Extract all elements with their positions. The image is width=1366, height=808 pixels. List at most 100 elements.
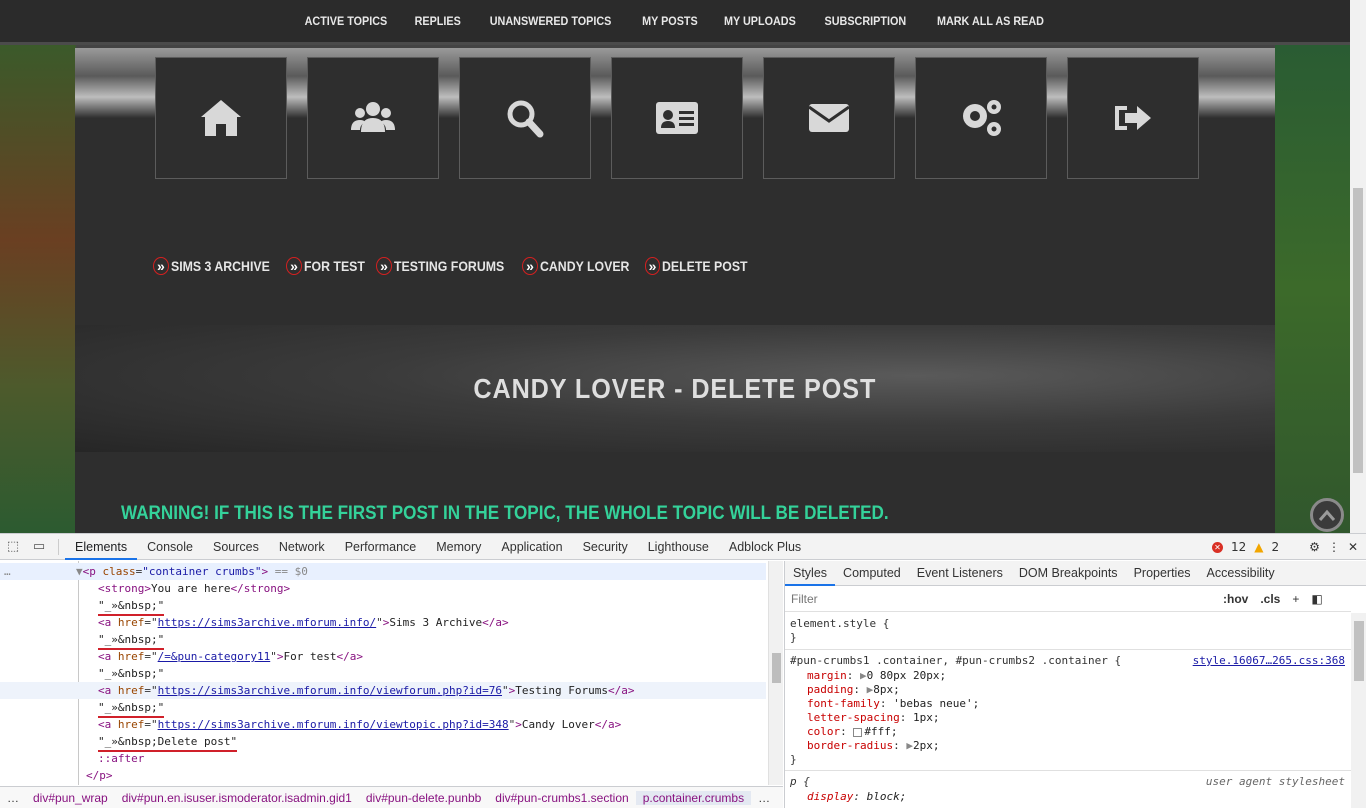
breadcrumb-candy-lover[interactable]: CANDY LOVER	[540, 258, 629, 274]
envelope-icon	[808, 104, 850, 132]
styles-filter-input[interactable]	[791, 592, 1211, 606]
dom-pseudo-after[interactable]: ::after	[0, 750, 766, 767]
menu-logout-button[interactable]	[1067, 57, 1199, 179]
error-count[interactable]: 12	[1231, 540, 1246, 554]
dom-text-nbsp[interactable]: "_»&nbsp;"	[0, 699, 766, 718]
dom-crumb-more[interactable]: …	[751, 791, 777, 805]
dom-node-close-p[interactable]: </p>	[0, 767, 766, 784]
breadcrumb-separator: »	[153, 257, 169, 275]
tab-lighthouse[interactable]: Lighthouse	[638, 534, 719, 560]
tab-computed[interactable]: Computed	[835, 561, 909, 586]
dom-node-link[interactable]: <a href="/=&pun-category11">For test</a>	[0, 648, 766, 665]
scroll-to-top-button[interactable]	[1310, 498, 1344, 532]
styles-scrollbar[interactable]	[1351, 613, 1366, 808]
page-scrollbar[interactable]	[1350, 0, 1366, 533]
tab-memory[interactable]: Memory	[426, 534, 491, 560]
error-icon: ✕	[1212, 541, 1224, 553]
tab-event-listeners[interactable]: Event Listeners	[909, 561, 1011, 586]
nav-replies[interactable]: REPLIES	[415, 14, 461, 28]
ua-stylesheet-label: user agent stylesheet	[1205, 775, 1345, 788]
breadcrumb-sims3-archive[interactable]: SIMS 3 ARCHIVE	[171, 258, 270, 274]
tab-styles[interactable]: Styles	[785, 561, 836, 586]
dom-text-nbsp[interactable]: "_»&nbsp;"	[0, 631, 766, 650]
dom-node-link[interactable]: <a href="https://sims3archive.mforum.inf…	[0, 614, 766, 631]
menu-profile-button[interactable]	[611, 57, 743, 179]
styles-filter-bar: :hov .cls + ◧	[785, 587, 1351, 612]
inspect-element-icon[interactable]: ⬚	[0, 539, 26, 554]
toggle-sidebar-icon[interactable]: ◧	[1311, 592, 1322, 606]
dom-crumb[interactable]: div#pun-delete.punbb	[359, 791, 488, 805]
css-property[interactable]: margin: ▶0 80px 20px;	[807, 669, 946, 683]
elements-scrollbar[interactable]	[768, 561, 783, 785]
add-rule-icon[interactable]: +	[1292, 592, 1299, 606]
tab-security[interactable]: Security	[573, 534, 638, 560]
nav-active-topics[interactable]: ACTIVE TOPICS	[305, 14, 388, 28]
dom-crumb-ellipsis[interactable]: …	[0, 791, 26, 805]
top-navigation: ACTIVE TOPICS REPLIES UNANSWERED TOPICS …	[0, 0, 1350, 45]
menu-users-button[interactable]	[307, 57, 439, 179]
device-toolbar-icon[interactable]: ▭	[26, 539, 52, 554]
css-property[interactable]: font-family: 'bebas neue';	[807, 697, 979, 711]
page-scrollbar-thumb[interactable]	[1353, 188, 1363, 473]
dom-crumb[interactable]: div#pun_wrap	[26, 791, 115, 805]
elements-scrollbar-thumb[interactable]	[772, 653, 781, 683]
css-property[interactable]: display: block;	[807, 790, 906, 804]
menu-messages-button[interactable]	[763, 57, 895, 179]
tab-adblock-plus[interactable]: Adblock Plus	[719, 534, 811, 560]
close-devtools-icon[interactable]: ✕	[1348, 540, 1358, 554]
element-style-selector[interactable]: element.style {	[790, 617, 889, 631]
breadcrumb-testing-forums[interactable]: TESTING FORUMS	[394, 258, 504, 274]
styles-scrollbar-thumb[interactable]	[1354, 621, 1364, 681]
logout-icon	[1115, 106, 1151, 130]
tab-network[interactable]: Network	[269, 534, 335, 560]
nav-mark-all-read[interactable]: MARK ALL AS READ	[937, 14, 1044, 28]
more-options-icon[interactable]: ⋮	[1328, 540, 1340, 554]
chevron-up-icon	[1318, 509, 1336, 521]
dom-node-p-crumbs[interactable]: … ▼<p class="container crumbs"> == $0	[0, 563, 766, 580]
css-property[interactable]: padding: ▶8px;	[807, 683, 900, 697]
menu-search-button[interactable]	[459, 57, 591, 179]
tab-performance[interactable]: Performance	[335, 534, 427, 560]
dom-text-delete-post[interactable]: "_»&nbsp;Delete post"	[0, 733, 766, 752]
menu-settings-button[interactable]	[915, 57, 1047, 179]
dom-crumb[interactable]: div#pun.en.isuser.ismoderator.isadmin.gi…	[115, 791, 359, 805]
breadcrumb-separator: »	[522, 257, 538, 275]
warning-count[interactable]: 2	[1272, 540, 1280, 554]
styles-pane: Styles Computed Event Listeners DOM Brea…	[784, 561, 1366, 808]
search-icon	[507, 100, 544, 138]
css-property[interactable]: letter-spacing: 1px;	[807, 711, 939, 725]
rule-selector[interactable]: #pun-crumbs1 .container, #pun-crumbs2 .c…	[790, 654, 1121, 668]
dom-node-link[interactable]: <a href="https://sims3archive.mforum.inf…	[0, 716, 766, 733]
page-title: CANDY LOVER - DELETE POST	[473, 372, 877, 404]
class-toggle[interactable]: .cls	[1260, 592, 1280, 606]
hover-state-toggle[interactable]: :hov	[1223, 592, 1248, 606]
dom-crumb-selected[interactable]: p.container.crumbs	[635, 791, 752, 805]
tab-dom-breakpoints[interactable]: DOM Breakpoints	[1011, 561, 1126, 586]
nav-my-posts[interactable]: MY POSTS	[642, 14, 698, 28]
css-property[interactable]: color: #fff;	[807, 725, 898, 739]
tab-application[interactable]: Application	[491, 534, 572, 560]
dom-text-nbsp[interactable]: "_»&nbsp;"	[0, 665, 766, 684]
settings-gear-icon[interactable]: ⚙	[1309, 540, 1320, 554]
nav-unanswered-topics[interactable]: UNANSWERED TOPICS	[490, 14, 612, 28]
dom-node-strong[interactable]: <strong>You are here</strong>	[0, 580, 766, 597]
tab-sources[interactable]: Sources	[203, 534, 269, 560]
dom-node-link[interactable]: <a href="https://sims3archive.mforum.inf…	[0, 682, 766, 699]
nav-my-uploads[interactable]: MY UPLOADS	[724, 14, 796, 28]
dom-crumb[interactable]: div#pun-crumbs1.section	[488, 791, 635, 805]
users-icon	[351, 102, 395, 132]
css-property[interactable]: border-radius: ▶2px;	[807, 739, 939, 753]
rule-source-link[interactable]: style.16067…265.css:368	[1193, 654, 1345, 668]
tab-elements[interactable]: Elements	[65, 534, 138, 560]
toolbar-divider	[58, 538, 59, 555]
tab-properties[interactable]: Properties	[1126, 561, 1199, 586]
color-swatch[interactable]	[853, 727, 863, 737]
dom-text-nbsp[interactable]: "_»&nbsp;"	[0, 597, 766, 616]
menu-home-button[interactable]	[155, 57, 287, 179]
tab-accessibility[interactable]: Accessibility	[1199, 561, 1283, 586]
ellipsis-icon[interactable]: …	[4, 563, 11, 580]
tab-console[interactable]: Console	[137, 534, 203, 560]
ua-rule-selector[interactable]: p {	[790, 775, 810, 789]
breadcrumb-for-test[interactable]: FOR TEST	[304, 258, 365, 274]
nav-subscription[interactable]: SUBSCRIPTION	[825, 14, 907, 28]
